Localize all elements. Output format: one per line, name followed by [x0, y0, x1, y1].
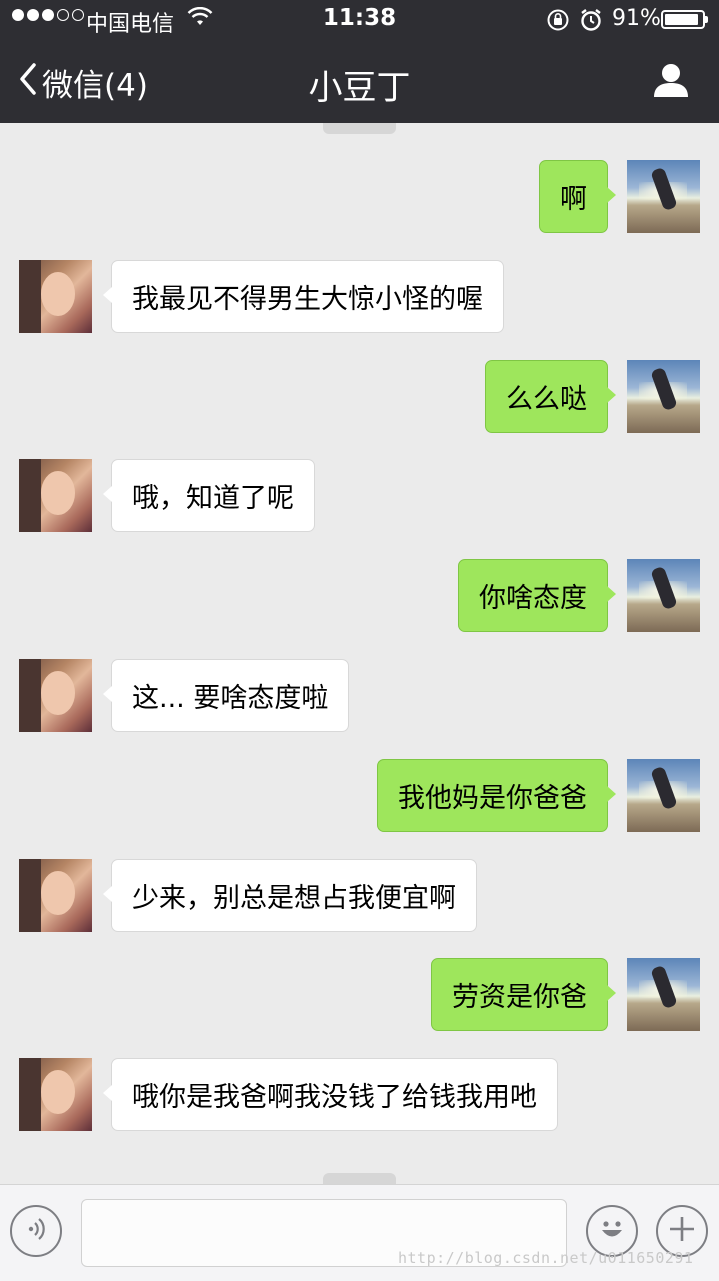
contact-avatar[interactable]	[19, 859, 92, 932]
received-message-bubble[interactable]: 少来，别总是想占我便宜啊	[103, 859, 477, 932]
watermark: http://blog.csdn.net/u011650291	[398, 1249, 694, 1267]
sent-message-bubble[interactable]: 你啥态度	[458, 559, 616, 632]
status-bar: 中国电信 11:38 91%	[0, 0, 719, 40]
received-message-bubble[interactable]: 这... 要啥态度啦	[102, 659, 350, 732]
voice-icon	[22, 1215, 50, 1247]
battery-percent: 91%	[612, 6, 661, 31]
person-icon	[652, 64, 690, 102]
chat-info-button[interactable]	[652, 62, 690, 102]
my-avatar[interactable]	[627, 160, 700, 233]
battery-level	[665, 14, 698, 25]
emoji-icon	[595, 1212, 629, 1250]
plus-icon	[667, 1214, 697, 1248]
pull-indicator	[323, 123, 396, 134]
rotation-lock-icon	[546, 8, 570, 38]
sent-message-bubble[interactable]: 我他妈是你爸爸	[377, 759, 616, 832]
my-avatar[interactable]	[627, 958, 700, 1031]
sent-message-bubble[interactable]: 啊	[539, 160, 616, 233]
contact-avatar[interactable]	[19, 1058, 92, 1131]
my-avatar[interactable]	[627, 360, 700, 433]
battery-icon	[661, 10, 708, 29]
contact-avatar[interactable]	[19, 260, 92, 333]
my-avatar[interactable]	[627, 759, 700, 832]
received-message-bubble[interactable]: 哦，知道了呢	[103, 459, 315, 532]
navigation-bar: 微信(4) 小豆丁	[0, 40, 719, 123]
top-bar: 中国电信 11:38 91% 微信(4) 小豆丁	[0, 0, 719, 123]
received-message-bubble[interactable]: 哦你是我爸啊我没钱了给钱我用吔	[103, 1058, 558, 1131]
pull-indicator-bottom	[323, 1173, 396, 1184]
sent-message-bubble[interactable]: 么么哒	[485, 360, 616, 433]
voice-button[interactable]	[10, 1205, 62, 1257]
contact-avatar[interactable]	[19, 459, 92, 532]
sent-message-bubble[interactable]: 劳资是你爸	[431, 958, 616, 1031]
chat-title: 小豆丁	[308, 68, 411, 108]
alarm-icon	[580, 8, 602, 38]
received-message-bubble[interactable]: 我最见不得男生大惊小怪的喔	[103, 260, 504, 333]
contact-avatar[interactable]	[19, 659, 92, 732]
my-avatar[interactable]	[627, 559, 700, 632]
